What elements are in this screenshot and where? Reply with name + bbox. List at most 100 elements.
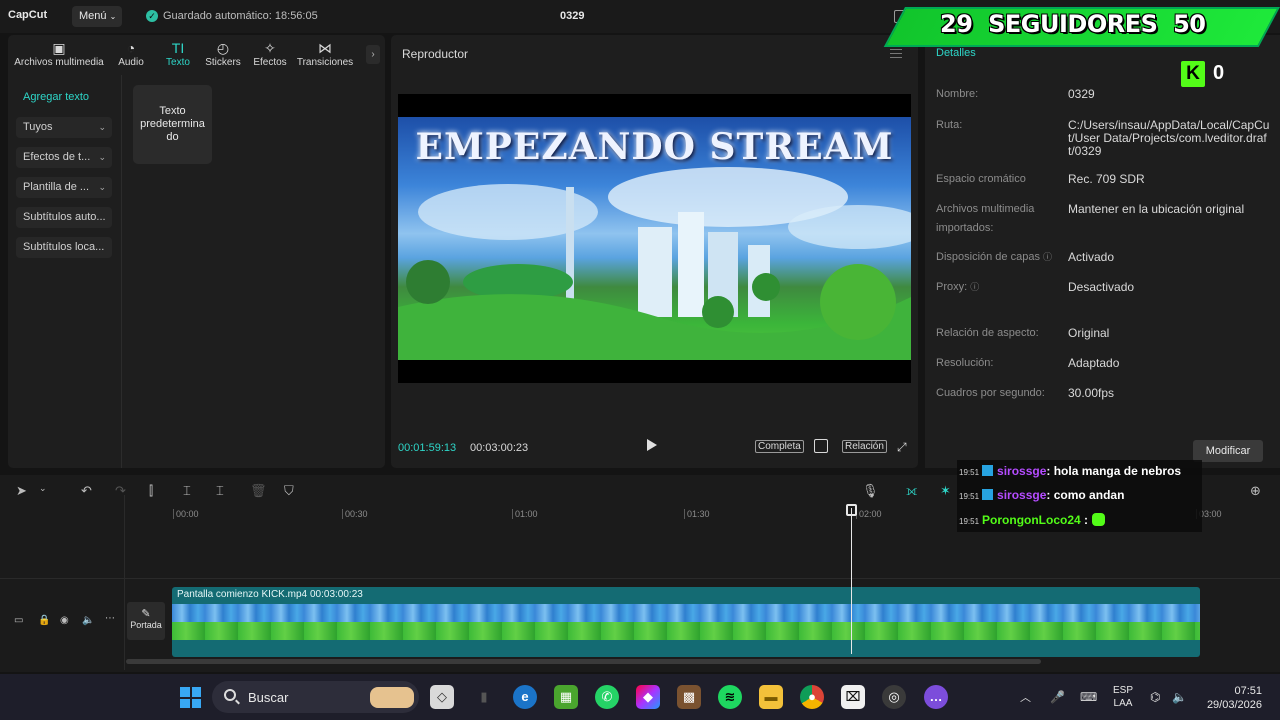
detail-label-text: Disposición de capas [936, 251, 1040, 263]
volume-icon[interactable]: 🔈 [82, 615, 94, 626]
edge-icon[interactable]: e [513, 685, 537, 709]
zoom-plus-icon[interactable]: ⊕ [1250, 483, 1261, 499]
time-tick: 00:00 [173, 509, 199, 519]
copilot-icon[interactable]: ◆ [636, 685, 660, 709]
tab-label: Archivos multimedia [14, 57, 104, 68]
clock-time: 07:51 [1234, 685, 1262, 697]
horizontal-scrollbar[interactable] [126, 659, 1041, 664]
project-title: 0329 [560, 10, 585, 22]
widget-icon[interactable]: ▮ [472, 685, 496, 709]
minecraft-icon[interactable]: ▦ [554, 685, 578, 709]
lang-top: ESP [1113, 685, 1134, 696]
magnet-icon[interactable]: ✶ [940, 483, 951, 499]
modify-button[interactable]: Modificar [1193, 440, 1263, 462]
select-tool-icon[interactable]: ➤ [16, 483, 27, 499]
split-left-icon[interactable]: ⌶ [183, 483, 191, 499]
undo-icon[interactable]: ↶ [81, 483, 92, 499]
chat-text: : hola manga de nebros [1046, 464, 1182, 478]
minecraft-block-icon[interactable]: ▩ [677, 685, 701, 709]
detail-value: Activado [1068, 250, 1115, 264]
network-icon[interactable]: ⌬ [1150, 690, 1160, 704]
badge-icon [982, 489, 994, 500]
detail-value: 30.00fps [1068, 386, 1115, 400]
tab-media[interactable]: ▣ Archivos multimedia [11, 39, 107, 68]
detail-label: Espacio cromático [936, 173, 1026, 185]
split-right-icon[interactable]: ⌶ [216, 483, 224, 499]
fullscreen-icon[interactable]: ⤢ [897, 440, 907, 455]
folder-icon[interactable]: ▬ [759, 685, 783, 709]
search-icon [224, 689, 236, 701]
chevron-down-icon: ⌄ [98, 152, 106, 162]
player-title: Reproductor [402, 47, 469, 61]
chat-user: sirossge [997, 488, 1047, 502]
time-tick: 01:30 [684, 509, 710, 519]
chat-app-icon[interactable]: … [924, 685, 948, 709]
tab-stickers[interactable]: ◴ Stickers [204, 39, 242, 68]
file-app-icon[interactable]: ◇ [430, 685, 454, 709]
sidebar-item-templates[interactable]: Plantilla de ... ⌄ [16, 177, 112, 198]
time-tick: 01:00 [512, 509, 538, 519]
sidebar-item-add-text[interactable]: Agregar texto [16, 87, 112, 108]
chevron-down-icon[interactable]: ⌄ [39, 483, 47, 494]
more-icon[interactable]: ⋯ [105, 613, 115, 624]
clip-duration: 00:03:00:23 [310, 589, 363, 600]
chevron-right-icon[interactable]: › [366, 45, 380, 64]
chrome-icon[interactable]: ● [800, 685, 824, 709]
volume-tray-icon[interactable]: 🔈 [1172, 690, 1187, 704]
lock-icon[interactable]: 🔒 [38, 615, 50, 626]
taskbar-clock[interactable]: 07:51 29/03/2026 [1200, 684, 1262, 712]
sidebar-item-auto-captions[interactable]: Subtítulos auto... [16, 207, 112, 228]
taskbar: Buscar ◇ ▮ e ▦ ✆ ◆ ▩ ≋ ▬ ● ⌧ ◎ … ︿ 🎤 ⌨ E… [0, 674, 1280, 720]
detail-value: 0329 [1068, 87, 1095, 101]
sidebar-item-yours[interactable]: Tuyos ⌄ [16, 117, 112, 138]
chat-message: 19:51 sirossge: como andan [959, 488, 1124, 502]
cover-button[interactable]: ✎ Portada [127, 602, 165, 640]
autosave-status: Guardado automático: 18:56:05 [163, 10, 318, 22]
video-clip[interactable]: Pantalla comienzo KICK.mp4 00:03:00:23 [172, 587, 1200, 657]
chevron-up-icon[interactable]: ︿ [1020, 689, 1031, 705]
track-separator [0, 578, 1280, 579]
menu-button[interactable]: Menú ⌄ [72, 6, 122, 27]
capcut-icon[interactable]: ⌧ [841, 685, 865, 709]
chevron-down-icon: ⌄ [109, 12, 117, 21]
details-tab[interactable]: Detalles [936, 47, 976, 59]
tab-text[interactable]: TI Texto [161, 39, 195, 68]
spotify-icon[interactable]: ≋ [718, 685, 742, 709]
playhead[interactable] [851, 508, 852, 654]
tab-transitions[interactable]: ⋈ Transiciones [295, 39, 355, 68]
video-title-text: EMPEZANDO STREAM [415, 126, 894, 168]
sidebar-item-local-captions[interactable]: Subtítulos loca... [16, 237, 112, 258]
detail-value: C:/Users/insau/AppData/Local/CapCut/User… [1068, 118, 1270, 158]
delete-icon[interactable]: 🗑 [250, 483, 267, 499]
detail-label: Archivos multimedia importados: [936, 203, 1035, 234]
chat-time: 19:51 [959, 468, 980, 477]
ratio-button[interactable]: Relación [842, 440, 887, 453]
windows-start-icon[interactable] [180, 687, 201, 708]
tab-effects[interactable]: ✧ Efectos [251, 39, 289, 68]
menu-icon[interactable] [890, 49, 902, 58]
eye-icon[interactable]: ◉ [60, 615, 69, 626]
keyboard-icon[interactable]: ⌨ [1080, 690, 1097, 704]
clip-name: Pantalla comienzo KICK.mp4 [177, 589, 308, 600]
obs-icon[interactable]: ◎ [882, 685, 906, 709]
default-text-card[interactable]: Texto predetermina do [133, 85, 212, 164]
split-icon[interactable]: ⫿ [149, 483, 153, 499]
taskbar-search[interactable]: Buscar [212, 681, 419, 713]
chevron-down-icon: ⌄ [98, 122, 106, 132]
microphone-icon[interactable]: 🎙 [862, 483, 879, 499]
link-icon[interactable]: ⟗ [906, 483, 917, 499]
marker-icon[interactable]: ⛉ [284, 483, 294, 499]
fit-icon[interactable] [814, 439, 828, 453]
video-preview[interactable]: EMPEZANDO STREAM [398, 94, 911, 383]
chat-text: : como andan [1046, 488, 1125, 502]
sidebar-item-text-effects[interactable]: Efectos de t... ⌄ [16, 147, 112, 168]
whatsapp-icon[interactable]: ✆ [595, 685, 619, 709]
language-indicator[interactable]: ESP LAA [1113, 684, 1133, 710]
full-button[interactable]: Completa [755, 440, 804, 453]
tab-audio[interactable]: ◔ Audio [116, 39, 146, 68]
microphone-tray-icon[interactable]: 🎤 [1050, 690, 1065, 704]
play-icon[interactable] [647, 439, 657, 451]
thumbnail-icon[interactable]: ▭ [14, 615, 23, 626]
text-icon: TI [171, 40, 185, 56]
tab-label: Transiciones [296, 57, 354, 68]
